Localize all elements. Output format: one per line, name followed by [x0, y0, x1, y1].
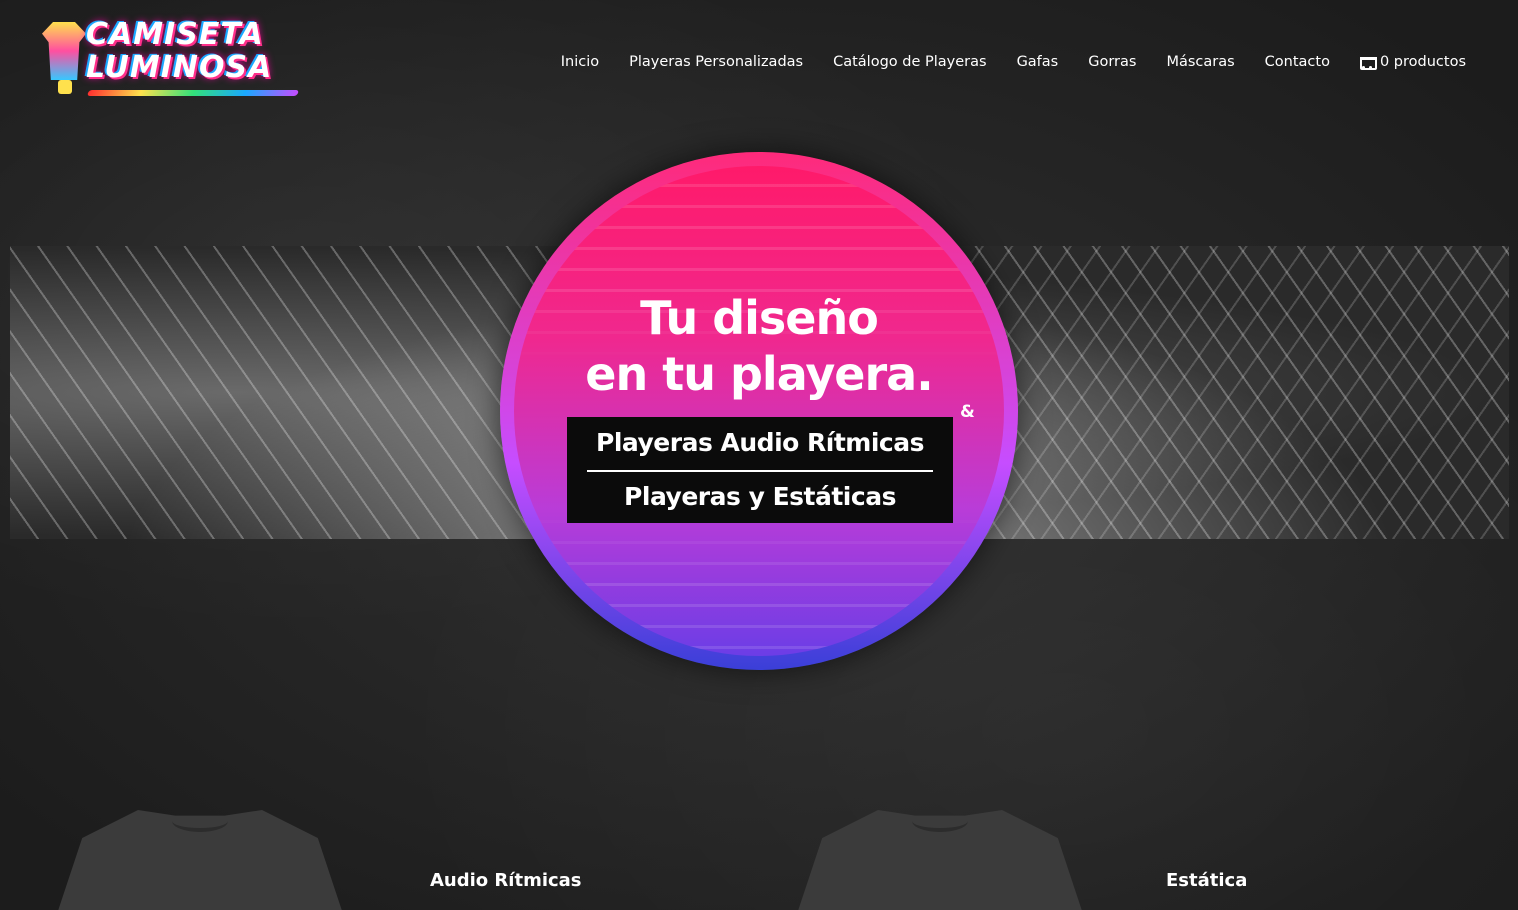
nav-item-playeras-personalizadas[interactable]: Playeras Personalizadas: [629, 54, 803, 70]
nav-item-inicio[interactable]: Inicio: [561, 54, 599, 70]
logo-text: CAMISETA LUMINOSA: [86, 17, 273, 85]
hero-box-divider: [587, 470, 933, 472]
hero-box-line-estaticas: Playeras y Estáticas: [624, 482, 896, 511]
nav-item-gorras[interactable]: Gorras: [1088, 54, 1136, 70]
nav-item-contacto[interactable]: Contacto: [1265, 54, 1330, 70]
hero-title: Tu diseño en tu playera.: [585, 291, 933, 401]
product-title-estatica[interactable]: Estática: [1166, 870, 1247, 891]
bulb-logo-icon: [58, 80, 72, 94]
hero-product-box: Playeras Audio Rítmicas Playeras y Estát…: [567, 417, 953, 523]
hero-circle-badge[interactable]: Tu diseño en tu playera. & Playeras Audi…: [500, 152, 1018, 670]
nav-item-gafas[interactable]: Gafas: [1017, 54, 1059, 70]
cart-icon: [1359, 56, 1377, 70]
site-logo[interactable]: CAMISETA LUMINOSA: [38, 14, 300, 106]
main-navigation: Inicio Playeras Personalizadas Catálogo …: [561, 54, 1466, 70]
cart-link[interactable]: 0 productos: [1359, 54, 1466, 70]
hero-box-line-audio-ritmicas: Playeras Audio Rítmicas: [596, 428, 924, 457]
site-header: CAMISETA LUMINOSA Inicio Playeras Person…: [0, 0, 1518, 120]
nav-item-catalogo-de-playeras[interactable]: Catálogo de Playeras: [833, 54, 986, 70]
cart-label: 0 productos: [1379, 54, 1466, 70]
logo-rainbow-stripe: [86, 90, 300, 96]
neon-stripes-decoration: [514, 166, 1004, 656]
tshirt-logo-icon: [42, 22, 86, 80]
product-title-audio-ritmicas[interactable]: Audio Rítmicas: [430, 870, 582, 891]
nav-item-mascaras[interactable]: Máscaras: [1166, 54, 1234, 70]
ampersand-mark: &: [960, 402, 975, 422]
